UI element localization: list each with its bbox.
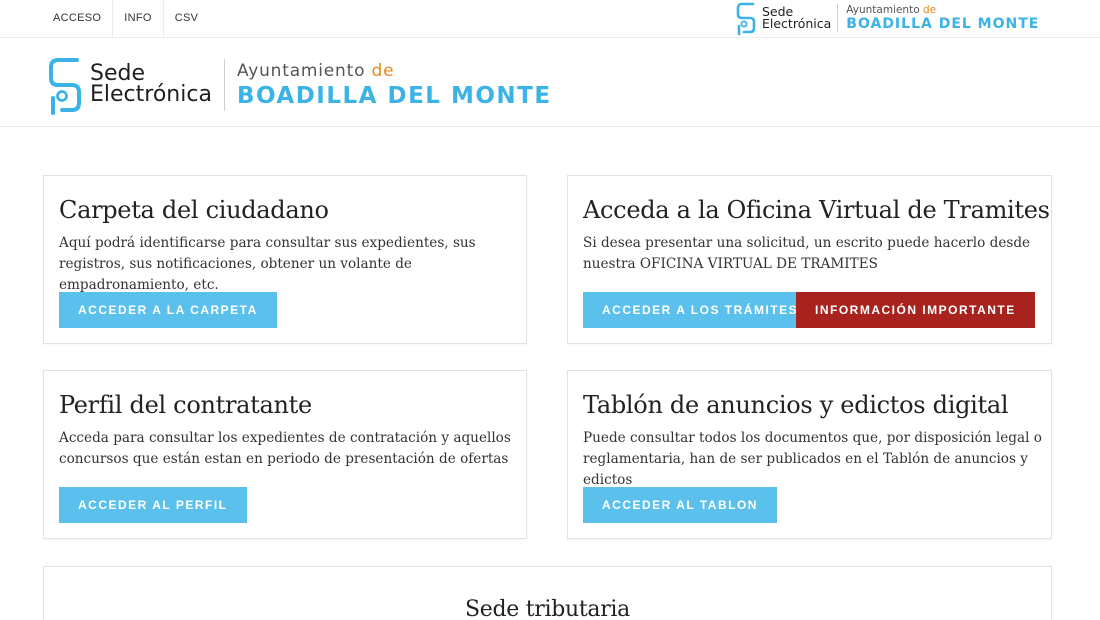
acceder-carpeta-button[interactable]: ACCEDER A LA CARPETA [59,292,277,328]
card-title: Perfil del contratante [59,391,312,419]
header-logo-small[interactable]: Sede Electrónica Ayuntamiento de BOADILL… [736,0,1039,36]
card-description: Puede consultar todos los documentos que… [583,430,1042,488]
sede-large-line2: Electrónica [90,82,212,107]
card-description: Si desea presentar una solicitud, un esc… [583,235,1031,272]
town-name: BOADILLA DEL MONTE [846,16,1040,32]
sede-logo-icon [736,2,756,36]
nav-csv-link[interactable]: CSV [164,0,210,37]
header-logo-large[interactable]: Sede Electrónica Ayuntamiento de BOADILL… [48,55,552,115]
ayuntamiento-word: Ayuntamiento [846,4,920,16]
ayuntamiento-large-word: Ayuntamiento [236,61,366,81]
ayuntamiento-text: Ayuntamiento de [846,4,1039,16]
sede-logo-large-icon [49,58,81,115]
card-description: Aquí podrá identificarse para consultar … [59,235,476,293]
sede-electronica-text: Sede Electrónica [762,5,832,31]
card-title: Tablón de anuncios y edictos digital [583,391,1009,419]
sede-electronica-large-text: Sede Electrónica [90,63,212,107]
informacion-importante-button[interactable]: INFORMACIÓN IMPORTANTE [796,292,1035,328]
logo-large-divider [223,59,225,111]
card-sede-tributaria: Sede tributaria [43,566,1052,620]
town-large-name: BOADILLA DEL MONTE [236,83,552,109]
acceder-tramites-button[interactable]: ACCEDER A LOS TRÁMITES [583,292,818,328]
card-perfil-contratante: Perfil del contratante Acceda para consu… [43,370,527,539]
ayuntamiento-block: Ayuntamiento de BOADILLA DEL MONTE [846,4,1039,32]
acceder-tablon-button[interactable]: ACCEDER AL TABLON [583,487,777,523]
ayuntamiento-large-block: Ayuntamiento de BOADILLA DEL MONTE [237,61,552,109]
card-description: Acceda para consultar los expedientes de… [59,430,511,467]
nav-acceso-link[interactable]: ACCESO [42,0,114,37]
nav-info-link[interactable]: INFO [113,0,164,37]
sede-line2: Electrónica [762,16,832,31]
top-bar: ACCESO INFO CSV Sede Electrónica Ayuntam… [0,0,1100,38]
card-title: Carpeta del ciudadano [59,196,329,224]
card-title: Sede tributaria [465,597,630,620]
de-large-word: de [371,61,395,81]
logo-divider [837,4,839,32]
card-carpeta-ciudadano: Carpeta del ciudadano Aquí podrá identif… [43,175,527,344]
top-nav: ACCESO INFO CSV [42,0,209,37]
acceder-perfil-button[interactable]: ACCEDER AL PERFIL [59,487,247,523]
card-tablon-anuncios: Tablón de anuncios y edictos digital Pue… [567,370,1052,539]
card-oficina-virtual: Acceda a la Oficina Virtual de Tramites … [567,175,1052,344]
ayuntamiento-large-text: Ayuntamiento de [237,61,552,81]
card-title: Acceda a la Oficina Virtual de Tramites [583,196,1050,224]
de-word: de [922,4,937,16]
site-header: Sede Electrónica Ayuntamiento de BOADILL… [0,38,1100,127]
